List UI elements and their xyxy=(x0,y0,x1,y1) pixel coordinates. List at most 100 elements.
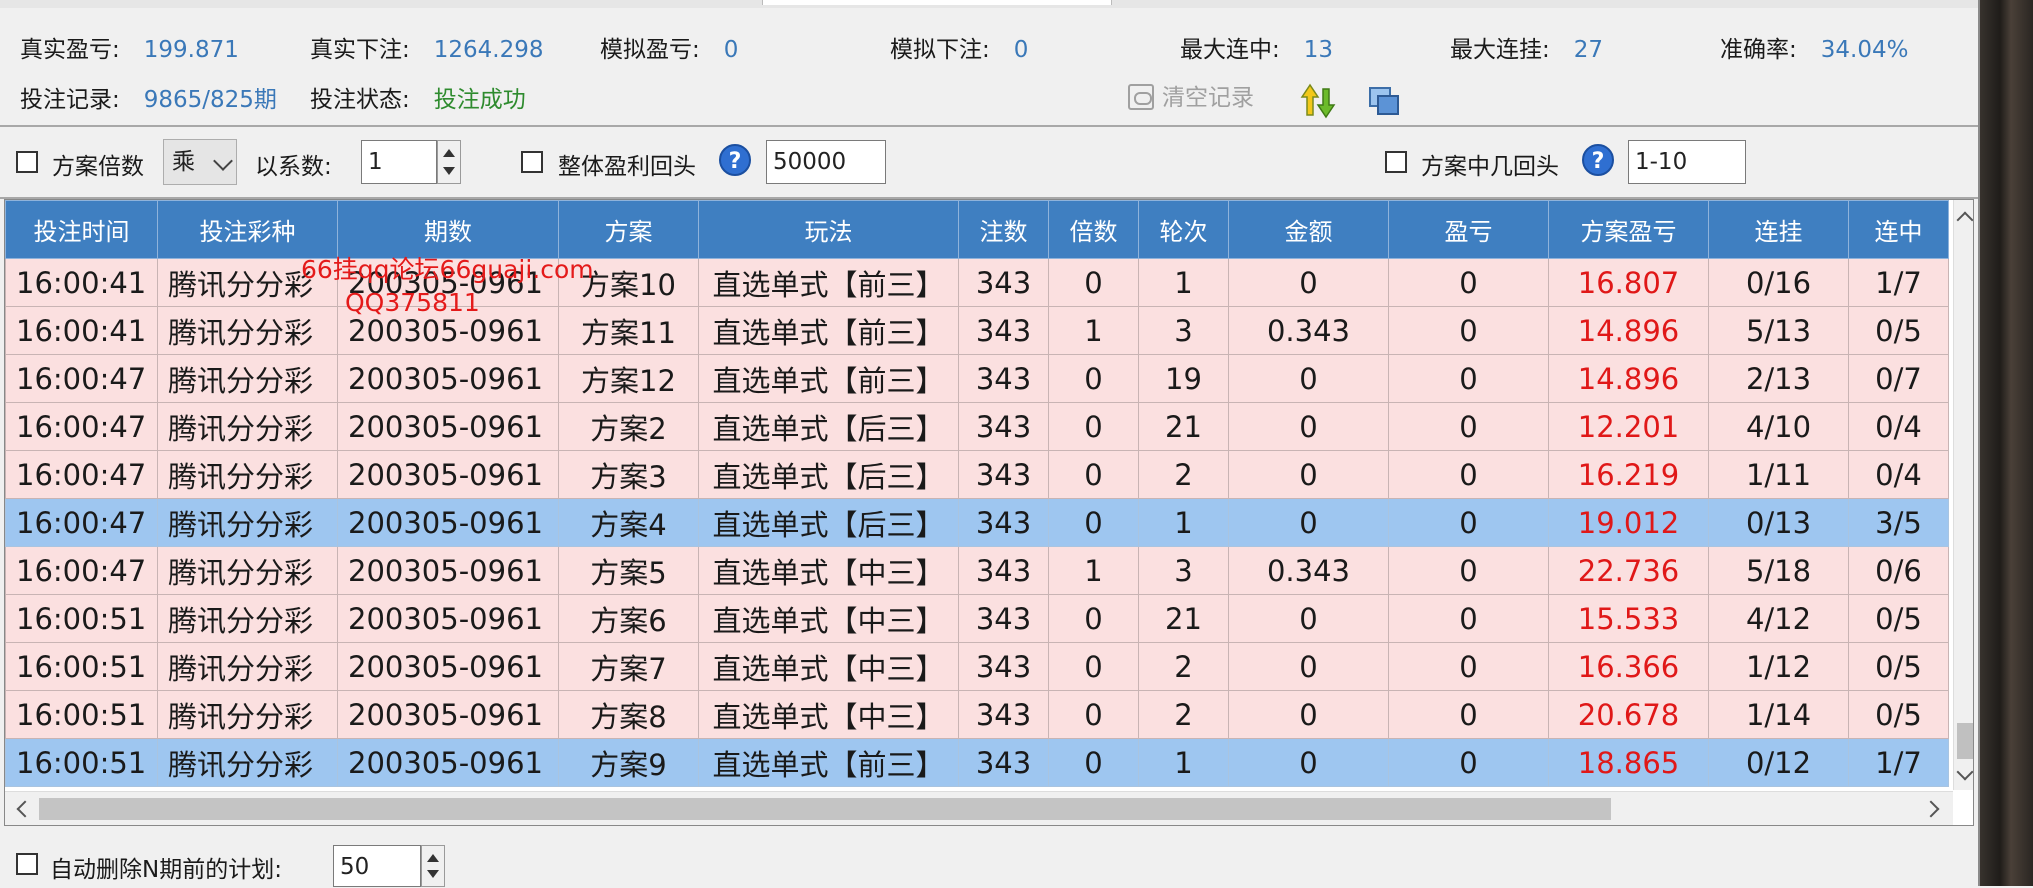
plan-hit-back-checkbox[interactable] xyxy=(1385,151,1407,173)
lottery-cell: 腾讯分分彩 xyxy=(157,642,338,691)
stepper-up-icon[interactable] xyxy=(427,854,439,862)
bet-status-label: 投注状态: xyxy=(310,87,410,113)
scroll-left-icon[interactable] xyxy=(16,800,34,818)
miss-streak-cell: 1/12 xyxy=(1708,642,1849,691)
auto-delete-checkbox[interactable] xyxy=(16,853,38,875)
bet-time-cell: 16:00:51 xyxy=(5,642,158,691)
table-row[interactable]: 16:00:51 腾讯分分彩 200305-0961 方案8 直选单式【中三】 343 0 2… xyxy=(5,690,1949,739)
column-header[interactable]: 金额 xyxy=(1228,200,1389,259)
sim-profit-label: 模拟盈亏: xyxy=(600,37,700,63)
scroll-up-icon[interactable] xyxy=(1956,211,1973,229)
sim-bet-stat: 模拟下注: 0 xyxy=(890,30,1028,64)
hit-streak-cell: 0/5 xyxy=(1848,642,1949,691)
plan-profit-cell: 18.865 xyxy=(1548,738,1709,787)
period-cell: 200305-0961 xyxy=(337,258,559,307)
plan-profit-cell: 15.533 xyxy=(1548,594,1709,643)
horizontal-scroll-thumb[interactable] xyxy=(39,798,1611,820)
overall-profit-back-input[interactable]: 50000 xyxy=(766,140,886,184)
coef-stepper[interactable] xyxy=(437,140,461,184)
miss-streak-cell: 4/10 xyxy=(1708,402,1849,451)
options-bar: 方案倍数 乘 以系数: 1 整体盈利回头 ? 50000 方案中几回头 ? 1-… xyxy=(0,127,1978,199)
plan-profit-cell: 14.896 xyxy=(1548,306,1709,355)
table-row[interactable]: 16:00:47 腾讯分分彩 200305-0961 方案3 直选单式【后三】 343 0 2… xyxy=(5,450,1949,499)
stepper-up-icon[interactable] xyxy=(443,149,455,157)
column-header[interactable]: 注数 xyxy=(958,200,1049,259)
profit-cell: 0 xyxy=(1388,498,1549,547)
bet-time-cell: 16:00:51 xyxy=(5,690,158,739)
auto-delete-stepper[interactable] xyxy=(421,845,445,887)
amount-cell: 0.343 xyxy=(1228,546,1389,595)
plan-profit-cell: 16.807 xyxy=(1548,258,1709,307)
bet-time-cell: 16:00:41 xyxy=(5,306,158,355)
plan-hit-back-input[interactable]: 1-10 xyxy=(1628,140,1746,184)
coef-label: 以系数: xyxy=(255,154,332,180)
help-icon[interactable]: ? xyxy=(1582,144,1614,176)
stepper-down-icon[interactable] xyxy=(427,870,439,878)
table-row[interactable]: 16:00:47 腾讯分分彩 200305-0961 方案5 直选单式【中三】 343 1 3… xyxy=(5,546,1949,595)
operator-select[interactable]: 乘 xyxy=(163,139,237,185)
round-cell: 21 xyxy=(1138,402,1229,451)
count-cell: 343 xyxy=(958,402,1049,451)
overall-profit-back-checkbox[interactable] xyxy=(521,151,543,173)
lottery-cell: 腾讯分分彩 xyxy=(157,354,338,403)
coef-input[interactable]: 1 xyxy=(361,140,437,184)
multiplier-cell: 0 xyxy=(1048,594,1139,643)
auto-delete-input[interactable]: 50 xyxy=(333,845,421,887)
miss-streak-cell: 5/13 xyxy=(1708,306,1849,355)
table-row[interactable]: 16:00:51 腾讯分分彩 200305-0961 方案6 直选单式【中三】 343 0 2… xyxy=(5,594,1949,643)
table-row[interactable]: 16:00:47 腾讯分分彩 200305-0961 方案4 直选单式【后三】 343 0 1… xyxy=(5,498,1949,547)
active-tab[interactable] xyxy=(762,0,1112,5)
count-cell: 343 xyxy=(958,690,1049,739)
plan-profit-cell: 16.219 xyxy=(1548,450,1709,499)
vertical-scrollbar[interactable] xyxy=(1953,200,1973,790)
sim-bet-value: 0 xyxy=(1013,37,1029,63)
bet-status-value: 投注成功 xyxy=(433,87,526,113)
horizontal-scrollbar[interactable] xyxy=(5,791,1953,825)
clear-records-label: 清空记录 xyxy=(1162,85,1254,111)
bet-records-grid[interactable]: 投注时间 投注彩种 期数 方案 玩法 注数 倍数 轮次 金额 盈亏 方案盈亏 连挂 连中 16:00:4… xyxy=(4,199,1974,826)
period-cell: 200305-0961 xyxy=(337,354,559,403)
column-header[interactable]: 连挂 xyxy=(1708,200,1849,259)
column-header[interactable]: 期数 xyxy=(337,200,559,259)
column-header[interactable]: 投注彩种 xyxy=(157,200,338,259)
play-cell: 直选单式【前三】 xyxy=(698,306,959,355)
bet-record-stat: 投注记录: 9865/825期 xyxy=(20,80,277,114)
profit-cell: 0 xyxy=(1388,594,1549,643)
column-header[interactable]: 投注时间 xyxy=(5,200,158,259)
multiplier-cell: 0 xyxy=(1048,642,1139,691)
column-header[interactable]: 盈亏 xyxy=(1388,200,1549,259)
help-icon[interactable]: ? xyxy=(719,144,751,176)
table-row[interactable]: 16:00:47 腾讯分分彩 200305-0961 方案2 直选单式【后三】 343 0 2… xyxy=(5,402,1949,451)
column-header[interactable]: 玩法 xyxy=(698,200,959,259)
column-header[interactable]: 方案盈亏 xyxy=(1548,200,1709,259)
stepper-down-icon[interactable] xyxy=(443,167,455,175)
hit-streak-cell: 0/5 xyxy=(1848,594,1949,643)
table-row[interactable]: 16:00:51 腾讯分分彩 200305-0961 方案9 直选单式【前三】 343 0 1… xyxy=(5,738,1949,787)
table-row[interactable]: 16:00:41 腾讯分分彩 200305-0961 方案11 直选单式【前三】 343 1… xyxy=(5,306,1949,355)
sim-profit-stat: 模拟盈亏: 0 xyxy=(600,30,738,64)
scroll-down-icon[interactable] xyxy=(1956,763,1973,781)
profit-cell: 0 xyxy=(1388,450,1549,499)
clear-records-button[interactable]: 清空记录 xyxy=(1128,78,1254,112)
count-cell: 343 xyxy=(958,642,1049,691)
scroll-right-icon[interactable] xyxy=(1922,800,1940,818)
count-cell: 343 xyxy=(958,258,1049,307)
table-row[interactable]: 16:00:47 腾讯分分彩 200305-0961 方案12 直选单式【前三】 343 0… xyxy=(5,354,1949,403)
plan-multiplier-checkbox[interactable] xyxy=(16,151,38,173)
multiplier-cell: 0 xyxy=(1048,738,1139,787)
sort-arrows-icon[interactable] xyxy=(1300,83,1336,119)
vertical-scroll-thumb[interactable] xyxy=(1957,723,1973,759)
period-cell: 200305-0961 xyxy=(337,306,559,355)
column-header[interactable]: 轮次 xyxy=(1138,200,1229,259)
operator-value: 乘 xyxy=(172,149,195,175)
column-header[interactable]: 倍数 xyxy=(1048,200,1139,259)
lottery-cell: 腾讯分分彩 xyxy=(157,594,338,643)
stats-panel: 真实盈亏: 199.871 真实下注: 1264.298 模拟盈亏: 0 模拟下注: 0… xyxy=(0,8,1978,127)
table-row[interactable]: 16:00:51 腾讯分分彩 200305-0961 方案7 直选单式【中三】 343 0 2… xyxy=(5,642,1949,691)
column-header[interactable]: 连中 xyxy=(1848,200,1949,259)
play-cell: 直选单式【中三】 xyxy=(698,642,959,691)
window-icon[interactable] xyxy=(1368,86,1400,116)
table-row[interactable]: 16:00:41 腾讯分分彩 200305-0961 方案10 直选单式【前三】 343 0… xyxy=(5,258,1949,307)
column-header[interactable]: 方案 xyxy=(558,200,699,259)
period-cell: 200305-0961 xyxy=(337,690,559,739)
